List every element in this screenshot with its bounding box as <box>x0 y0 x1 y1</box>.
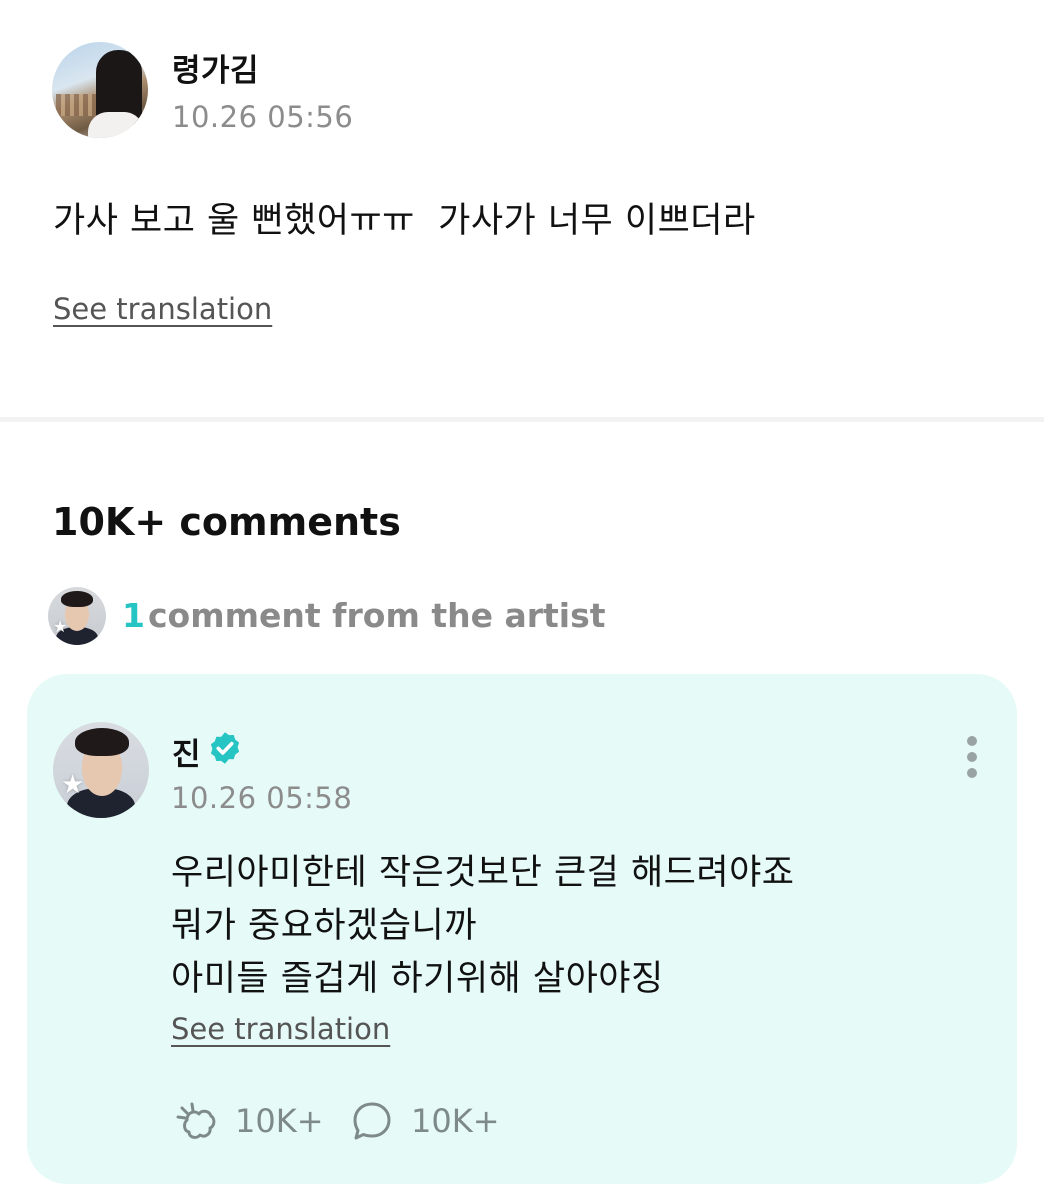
artist-comment-timestamp: 10.26 05:58 <box>171 781 353 815</box>
artist-comment-label: comment from the artist <box>148 596 606 635</box>
comment-line: 우리아미한테 작은것보단 큰걸 해드려야죠 <box>171 853 795 893</box>
artist-comment-filter[interactable]: ★ 1 comment from the artist <box>48 587 648 645</box>
comments-heading: 10K+ comments <box>52 500 401 544</box>
reply-button[interactable]: 10K+ <box>349 1098 500 1144</box>
artist-comment-card: ★ 진 10.26 05:58 우리아미한테 작은것보단 큰걸 해드려야죠 뭐가… <box>27 674 1017 1184</box>
post-timestamp: 10.26 05:56 <box>172 100 354 134</box>
section-divider <box>0 417 1044 422</box>
more-options-icon[interactable] <box>957 732 987 780</box>
artist-star-icon: ★ <box>53 617 68 636</box>
artist-star-icon: ★ <box>61 770 85 800</box>
comment-see-translation-link[interactable]: See translation <box>171 1012 390 1046</box>
comment-bubble-icon <box>353 1102 391 1140</box>
verified-badge-icon <box>210 732 240 764</box>
post-see-translation-link[interactable]: See translation <box>53 292 272 326</box>
artist-avatar[interactable]: ★ <box>53 722 149 818</box>
post-author-name[interactable]: 령가김 <box>172 45 259 90</box>
artist-avatar-small: ★ <box>48 587 106 645</box>
post: 령가김 10.26 05:56 가사 보고 울 뻔했어ㅠㅠ 가사가 너무 이쁘더… <box>0 0 1044 418</box>
like-button[interactable]: 10K+ <box>173 1098 324 1144</box>
artist-comment-count: 1 <box>122 596 145 635</box>
like-count: 10K+ <box>235 1102 324 1140</box>
reaction-icon <box>176 1102 216 1139</box>
comment-line: 아미들 즐겁게 하기위해 살아야징 <box>171 959 664 999</box>
artist-name[interactable]: 진 <box>172 729 201 774</box>
author-avatar[interactable] <box>52 42 148 138</box>
post-body: 가사 보고 울 뻔했어ㅠㅠ 가사가 너무 이쁘더라 <box>53 201 756 241</box>
comment-line: 뭐가 중요하겠습니까 <box>171 906 477 946</box>
reply-count: 10K+ <box>411 1102 500 1140</box>
